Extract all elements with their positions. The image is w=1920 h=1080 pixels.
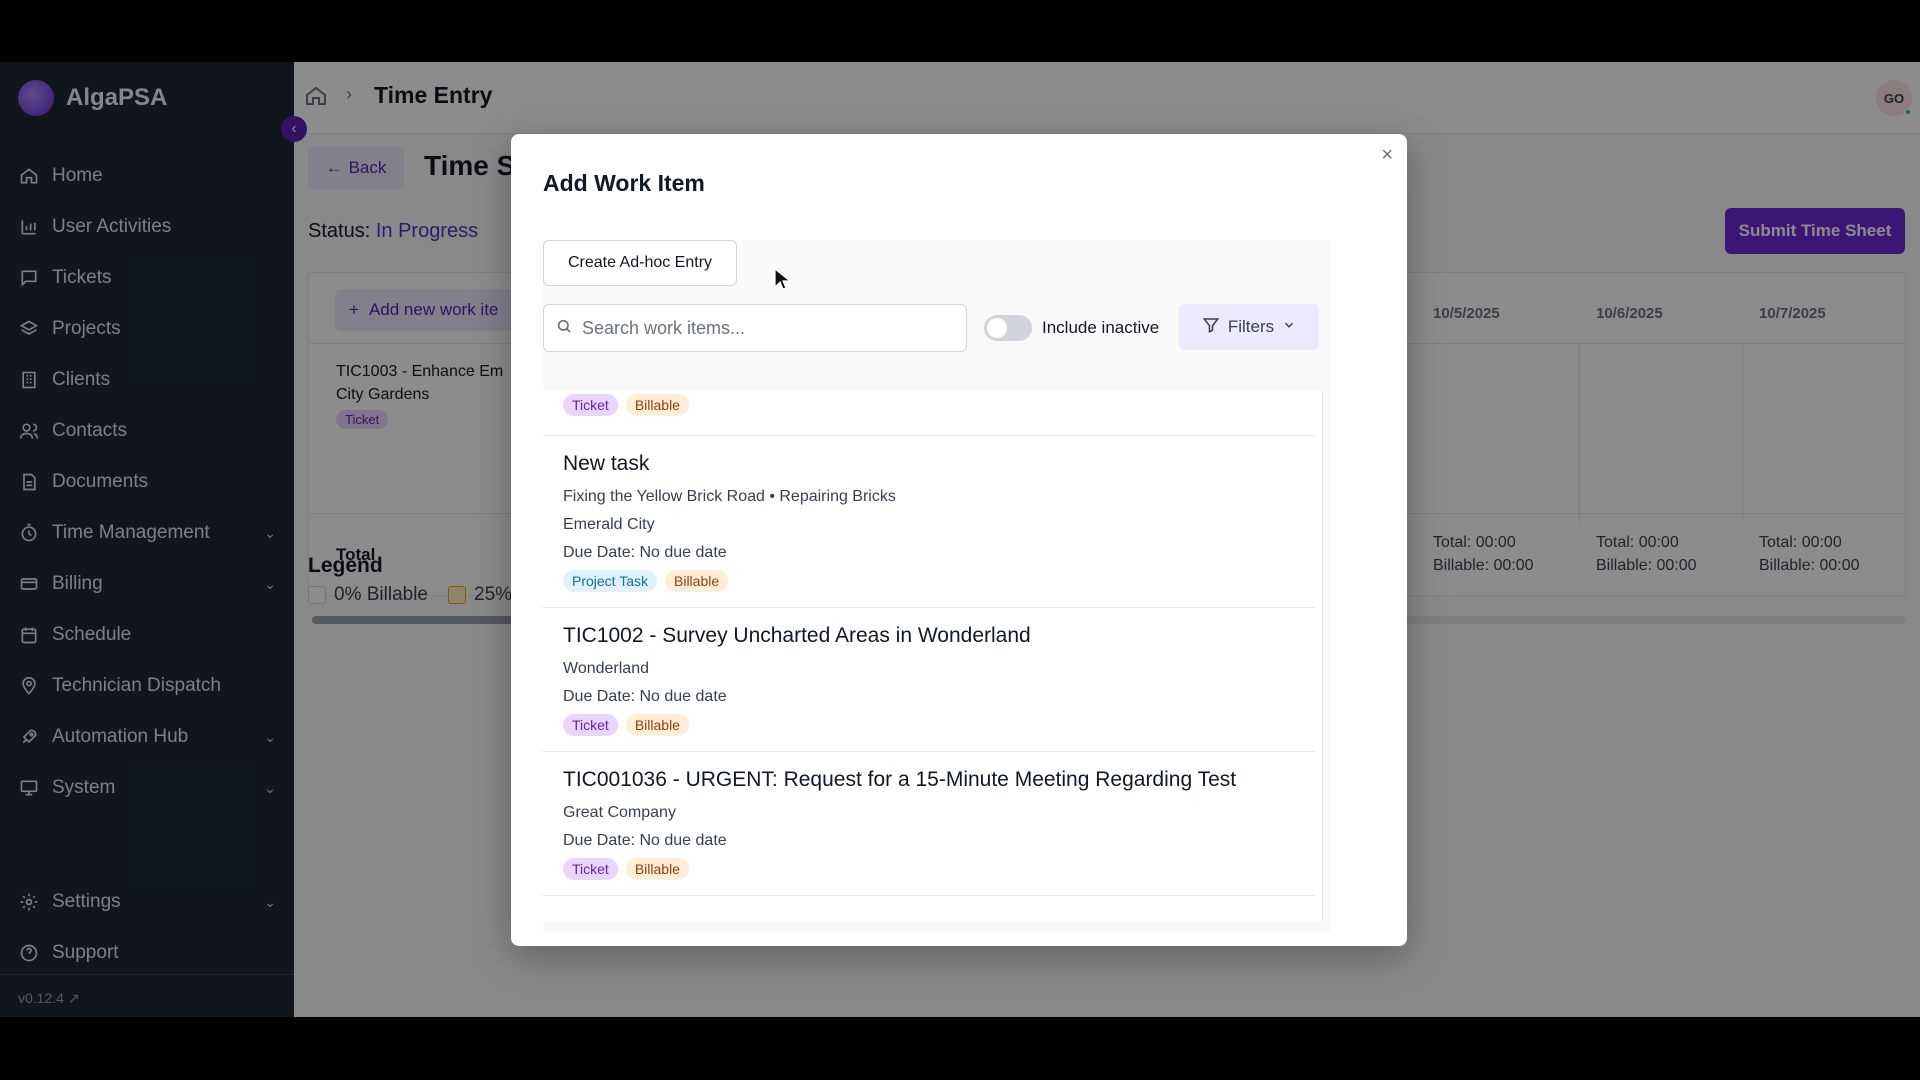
app-window: AlgaPSA Home User Activities Tickets Pro… [0,62,1920,1017]
tag-group: Ticket Billable [563,858,689,880]
item-title: TIC1002 - Survey Uncharted Areas in Wond… [563,624,1031,647]
item-due-date: Due Date: No due date [563,688,727,705]
dialog-title: Add Work Item [543,170,705,196]
chevron-down-icon [1282,317,1296,337]
list-item[interactable]: TIC001036 - URGENT: Request for a 15-Min… [543,752,1315,896]
list-item[interactable]: TIC1002 - Survey Uncharted Areas in Wond… [543,608,1315,752]
add-work-item-dialog: × Add Work Item Create Ad-hoc Entry Incl… [511,134,1407,946]
billable-badge: Billable [625,394,689,416]
item-title: New task [563,452,650,475]
tag-group: Ticket Billable [563,394,689,416]
include-inactive-toggle[interactable] [984,315,1032,341]
billable-badge: Billable [625,858,689,880]
item-due-date: Due Date: No due date [563,544,727,561]
type-badge: Ticket [563,858,618,880]
filters-button[interactable]: Filters [1179,304,1319,350]
item-client: Great Company [563,804,676,821]
create-adhoc-entry-button[interactable]: Create Ad-hoc Entry [543,240,737,286]
item-client: Emerald City [563,516,655,533]
list-item[interactable]: Ticket Billable [543,390,1315,436]
type-badge: Ticket [563,714,618,736]
search-field[interactable] [543,304,967,352]
tag-group: Ticket Billable [563,714,689,736]
type-badge: Project Task [563,570,657,592]
item-title: TIC001036 - URGENT: Request for a 15-Min… [563,768,1237,791]
billable-badge: Billable [665,570,729,592]
search-icon [556,318,572,339]
billable-badge: Billable [625,714,689,736]
close-icon[interactable]: × [1381,144,1393,167]
item-project: Fixing the Yellow Brick Road • Repairing… [563,488,896,505]
search-input[interactable] [582,317,942,339]
tag-group: Project Task Billable [563,570,729,592]
include-inactive-label: Include inactive [1042,318,1160,337]
filter-icon [1202,316,1220,339]
item-client: Wonderland [563,660,649,677]
type-badge: Ticket [563,394,618,416]
item-due-date: Due Date: No due date [563,832,727,849]
work-item-list[interactable]: Ticket Billable New task Fixing the Yell… [543,390,1323,922]
mouse-cursor-icon [774,267,792,297]
toggle-knob [987,318,1007,338]
list-item[interactable]: New task Fixing the Yellow Brick Road • … [543,436,1315,608]
